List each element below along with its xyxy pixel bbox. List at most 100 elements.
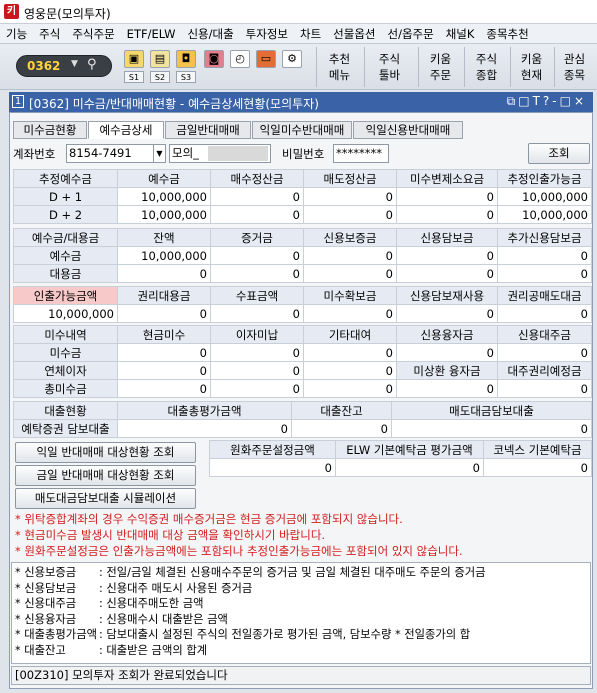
account-number-field[interactable]: 8154-7491 [66,144,166,163]
glossary-term: * 신용대주금 [15,597,77,611]
col-header: 신용보증금 [303,228,397,247]
cell: 0 [303,246,397,265]
slot-s1[interactable]: S1 [124,71,144,83]
today-liquidation-button[interactable]: 금일 반대매매 대상현황 조회 [15,465,196,486]
stock-toolbar-button[interactable]: 주식 툴바 [364,47,414,87]
cell: 10,000,000 [497,205,592,224]
tab-next-day-unpaid[interactable]: 익일미수반대매매 [252,121,352,139]
row-header: 대용금 [13,264,118,283]
kiwoom-price-button[interactable]: 키움현재 [510,47,552,87]
glossary-term: * 신용융자금 [15,612,77,626]
button-label: 키움 [429,52,452,66]
cell: 0 [210,379,304,398]
col-header: 권리공매도대금 [497,286,592,305]
note-line: * 현금미수금 발생시 반대매매 대상 금액을 확인하시기 바랍니다. [15,528,326,542]
button-label: 현재 [520,68,543,82]
table-row: 총미수금 0 0 0 0 0 [13,379,592,398]
cell: 0 [117,419,292,438]
menu-item[interactable]: 기능 [0,24,33,42]
tab-today-liquidation[interactable]: 금일반대매매 [165,121,251,139]
save-icon[interactable]: ▣ [124,50,144,68]
table-row: D + 2 10,000,000 0 0 0 10,000,000 [13,205,592,224]
cell: 0 [209,458,336,477]
col-header: 현금미수 [117,325,211,344]
table-row: 대용금 0 0 0 0 0 [13,264,592,283]
cell: 0 [117,304,211,323]
chevron-down-icon[interactable]: ▼ [153,144,166,163]
tab-next-day-credit[interactable]: 익일신용반대매매 [353,121,463,139]
note-line: * 위탁증합계좌의 경우 수익증권 매수증거금은 현금 증거금에 포함되지 않습… [15,512,403,526]
row-header: 미수금 [13,343,118,362]
cell: 0 [396,304,498,323]
col-header: 추정인출가능금 [497,169,592,188]
menu-item[interactable]: ETF/ELW [121,24,182,42]
col-header: 매도대금담보대출 [391,401,592,420]
col-header: 신용담보금 [396,228,498,247]
menu-item[interactable]: 차트 [294,24,327,42]
button-label: 주식 [378,52,401,66]
menu-item[interactable]: 주식주문 [66,24,120,42]
window-controls[interactable]: ⧉□T?-□× [507,94,587,109]
glossary-item: * 대출잔고 : 대출받은 금액의 합계 [15,643,587,659]
loan-simulation-button[interactable]: 매도대금담보대출 시뮬레이션 [15,488,196,509]
status-bar: [00Z310] 모의투자 조회가 완료되었습니다 [11,666,591,685]
col-header: 미수내역 [13,325,118,344]
cell: 0 [210,304,304,323]
glossary-desc: : 대출받은 금액의 합계 [99,643,208,657]
camera-icon[interactable]: ◙ [204,50,224,68]
krw-order-table: 원화주문설정금액 ELW 기본예탁금 평가금액 코넥스 기본예탁금 000 [209,440,592,477]
cell: 10,000,000 [13,304,118,323]
lock-icon[interactable]: ▤ [150,50,170,68]
menu-item[interactable]: 채널K [440,24,481,42]
glossary-term: * 대출잔고 [15,643,66,657]
glossary-panel: * 신용보증금: 전일/금일 체결된 신용매수주문의 증거금 및 금일 체결된 … [11,562,591,664]
search-icon[interactable]: ⚲ [87,57,97,72]
col-header: 신용담보재사용 [396,286,498,305]
col-header: 매도정산금 [303,169,397,188]
cell: 0 [335,458,484,477]
menu-item[interactable]: 투자정보 [240,24,294,42]
gear-icon[interactable]: ⚙ [282,50,302,68]
row-header: 총미수금 [13,379,118,398]
withdrawable-table: 인출가능금액 권리대용금 수표금액 미수확보금 신용담보재사용 권리공매도대금 10,00… [13,286,592,323]
watchlist-button[interactable]: 관심 종목 [554,47,594,87]
col-header: 매수정산금 [210,169,304,188]
padlock-icon[interactable]: ◘ [176,50,196,68]
password-label: 비밀번호 [282,147,325,161]
clock-icon[interactable]: ◴ [230,50,250,68]
tab-unpaid-status[interactable]: 미수금현황 [13,121,87,139]
button-label: 메뉴 [328,68,351,82]
col-header: 권리대용금 [117,286,211,305]
next-day-liquidation-button[interactable]: 익일 반대매매 대상현황 조회 [15,442,196,463]
menu-item[interactable]: 선물옵션 [327,24,381,42]
search-button[interactable]: 조회 [528,143,590,164]
cell: 0 [210,205,304,224]
tab-deposit-detail[interactable]: 예수금상세 [88,121,164,139]
kiwoom-order-button[interactable]: 키움 주문 [418,47,462,87]
cell: 10,000,000 [117,187,211,206]
estimated-deposit-table: 추정예수금 예수금 매수정산금 매도정산금 미수변제소요금 추정인출가능금 D + 1 10… [13,169,592,224]
button-label: 키움 [520,52,543,66]
slot-s3[interactable]: S3 [176,71,196,83]
row-header: 예탁증권 담보대출 [13,419,118,438]
stock-overview-button[interactable]: 주식 종합 [464,47,508,87]
monitor-icon[interactable]: ▭ [256,50,276,68]
cell: 0 [291,419,392,438]
toolbar: 0362 ▼ ⚲ ▣ ▤ ◘ ◙ ◴ ▭ ⚙ S1 S2 S3 추천 메뉴 주식 툴… [0,44,597,90]
recommend-menu-button[interactable]: 추천 메뉴 [316,47,362,87]
password-field[interactable]: ******** [333,144,389,163]
menu-item[interactable]: 주식 [33,24,66,42]
slot-s2[interactable]: S2 [150,71,170,83]
col-header: 증거금 [210,228,304,247]
glossary-term: * 신용보증금 [15,566,77,579]
cell: 0 [391,419,592,438]
screen-number-input[interactable]: 0362 ▼ ⚲ [16,55,112,77]
table-row: 예탁증권 담보대출 0 0 0 [13,419,592,438]
col-header: 추정예수금 [13,169,118,188]
loan-status-table: 대출현황 대출총평가금액 대출잔고 매도대금담보대출 예탁증권 담보대출 0 0 0 [13,401,592,438]
menu-item[interactable]: 신용/대출 [181,24,239,42]
cell: 10,000,000 [117,246,211,265]
chevron-down-icon[interactable]: ▼ [71,59,78,69]
menu-item[interactable]: 선/옵주문 [381,24,439,42]
menu-item[interactable]: 종목추천 [480,24,534,42]
